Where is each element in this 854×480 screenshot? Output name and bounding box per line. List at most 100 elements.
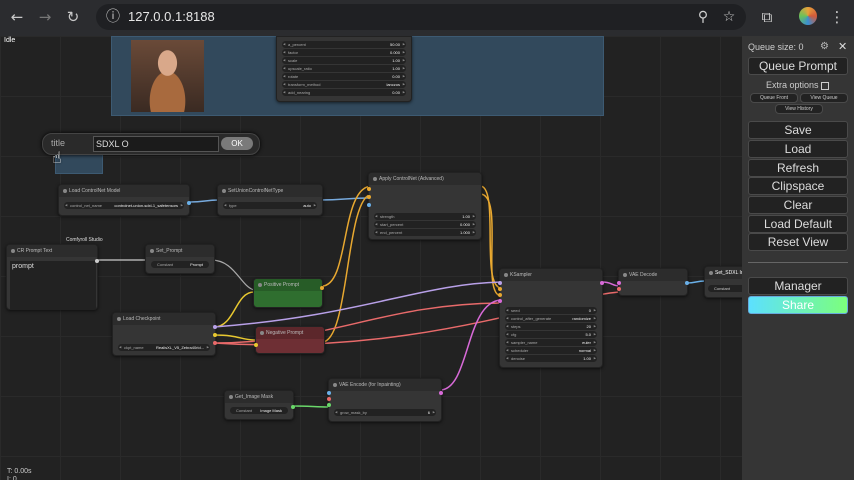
load-checkpoint-node[interactable]: Load Checkpoint ckpt_nameRealisXL_V5_Zeb… bbox=[112, 312, 217, 356]
bookmark-star-icon[interactable]: ☆ bbox=[720, 7, 738, 27]
reload-icon[interactable]: ↻ bbox=[62, 6, 84, 28]
latent-output-socket[interactable] bbox=[600, 281, 604, 285]
node-title: CR Prompt Text bbox=[7, 245, 97, 257]
steps-widget[interactable]: steps20 bbox=[505, 323, 597, 330]
queue-status: Idle bbox=[4, 37, 16, 44]
timing-readout: T: 0.00s I: 0 bbox=[7, 468, 32, 480]
set-sdxl-node[interactable]: Set_SDXL In Constant bbox=[704, 266, 742, 298]
input-socket[interactable] bbox=[254, 343, 258, 347]
browser-toolbar: ← → ↻ ⓘ 127.0.0.1:8188 ⚲ ☆ ⧉ ⋮ bbox=[0, 0, 854, 36]
back-icon[interactable]: ← bbox=[6, 6, 28, 28]
node-title: Negative Prompt bbox=[256, 327, 324, 339]
image-output-socket[interactable] bbox=[685, 281, 689, 285]
queue-prompt-button[interactable]: Queue Prompt bbox=[748, 57, 848, 75]
vae-input-socket[interactable] bbox=[327, 397, 331, 401]
mask-input-socket[interactable] bbox=[327, 403, 331, 407]
site-info-icon[interactable]: ⓘ bbox=[104, 7, 122, 27]
ok-button[interactable]: OK bbox=[221, 137, 253, 150]
latent-output-socket[interactable] bbox=[439, 391, 443, 395]
output-socket[interactable] bbox=[291, 405, 295, 409]
node-title: Load ControlNet Model bbox=[59, 185, 189, 197]
menu-kebab-icon[interactable]: ⋮ bbox=[826, 6, 848, 28]
strength-widget[interactable]: strength1.00 bbox=[374, 213, 476, 220]
load-controlnet-node[interactable]: Load ControlNet Model control_net_nameco… bbox=[58, 184, 191, 216]
widget-row[interactable]: scale1.00 bbox=[282, 57, 406, 64]
ksampler-node[interactable]: KSampler seed0 control_after_generateran… bbox=[498, 268, 604, 368]
output-socket[interactable] bbox=[320, 286, 324, 290]
queue-front-button[interactable]: Queue Front bbox=[750, 93, 798, 103]
clipspace-button[interactable]: Clipspace bbox=[748, 177, 848, 195]
output-socket[interactable] bbox=[187, 201, 191, 205]
address-bar[interactable]: ⓘ 127.0.0.1:8188 ⚲ ☆ bbox=[96, 4, 746, 30]
widget-row[interactable]: transform_methodlanczos bbox=[282, 81, 406, 88]
clip-output-socket[interactable] bbox=[213, 333, 217, 337]
prompt-textarea[interactable]: prompt bbox=[10, 261, 96, 309]
negative-prompt-node[interactable]: Negative Prompt bbox=[254, 326, 325, 354]
positive-prompt-node[interactable]: Positive Prompt bbox=[253, 278, 324, 308]
type-widget[interactable]: typeauto bbox=[223, 202, 317, 209]
control-after-generate-widget[interactable]: control_after_generaterandomize bbox=[505, 315, 597, 322]
vae-decode-node[interactable]: VAE Decode bbox=[617, 268, 689, 296]
input-socket[interactable] bbox=[367, 203, 371, 207]
controlnet-name-widget[interactable]: control_net_namecontrolnet-union-sdxl-1_… bbox=[64, 202, 184, 209]
profile-avatar[interactable] bbox=[799, 7, 817, 25]
get-image-mask-node[interactable]: Get_Image Mask Constant Image Mask bbox=[224, 390, 295, 420]
set-union-controlnet-node[interactable]: SetUnionControlNetType typeauto bbox=[217, 184, 323, 216]
view-queue-button[interactable]: View Queue bbox=[800, 93, 848, 103]
widget-row[interactable]: a_percent50.00 bbox=[282, 41, 406, 48]
zoom-icon[interactable]: ⚲ bbox=[694, 7, 712, 27]
sampler-name-widget[interactable]: sampler_nameeuler bbox=[505, 339, 597, 346]
collapsed-group[interactable] bbox=[55, 152, 103, 174]
extra-options-checkbox[interactable] bbox=[821, 81, 830, 90]
set-prompt-node[interactable]: Set_Prompt Constant Prompt bbox=[145, 244, 215, 274]
apply-controlnet-node[interactable]: Apply ControlNet (Advanced) strength1.00… bbox=[367, 172, 482, 240]
model-output-socket[interactable] bbox=[213, 325, 217, 329]
vae-input-socket[interactable] bbox=[617, 287, 621, 291]
load-button[interactable]: Load bbox=[748, 140, 848, 158]
scheduler-widget[interactable]: schedulernormal bbox=[505, 347, 597, 354]
constant-widget[interactable]: Constant bbox=[708, 285, 742, 292]
close-icon[interactable]: ✕ bbox=[838, 40, 847, 53]
settings-gear-icon[interactable]: ⚙ bbox=[820, 41, 829, 52]
cr-prompt-text-node[interactable]: CR Prompt Text prompt bbox=[6, 244, 99, 310]
forward-icon[interactable]: → bbox=[34, 6, 56, 28]
constant-widget[interactable]: Constant Prompt bbox=[151, 261, 209, 268]
latent-input-socket[interactable] bbox=[498, 299, 502, 303]
model-input-socket[interactable] bbox=[498, 281, 502, 285]
clear-button[interactable]: Clear bbox=[748, 196, 848, 214]
image-transform-node[interactable]: a_percent50.00 factor0.000 scale1.00 ups… bbox=[276, 36, 412, 102]
title-input[interactable] bbox=[93, 136, 219, 152]
widget-row[interactable]: upscale_ratio1.00 bbox=[282, 65, 406, 72]
output-socket[interactable] bbox=[95, 259, 99, 263]
node-graph-canvas[interactable]: Idle a_percent50.00 factor0.000 scale1.0… bbox=[0, 36, 742, 480]
ckpt-name-widget[interactable]: ckpt_nameRealisXL_V5_Zebra40rid... bbox=[118, 344, 210, 351]
pixels-input-socket[interactable] bbox=[327, 391, 331, 395]
start-percent-widget[interactable]: start_percent0.000 bbox=[374, 221, 476, 228]
hand-pointer-icon: ☝ bbox=[52, 148, 62, 167]
widget-row[interactable]: rotate0.00 bbox=[282, 73, 406, 80]
positive-input-socket[interactable] bbox=[498, 287, 502, 291]
denoise-widget[interactable]: denoise1.00 bbox=[505, 355, 597, 362]
negative-input-socket[interactable] bbox=[498, 293, 502, 297]
constant-widget[interactable]: Constant Image Mask bbox=[230, 407, 288, 414]
seed-widget[interactable]: seed0 bbox=[505, 307, 597, 314]
samples-input-socket[interactable] bbox=[617, 281, 621, 285]
save-button[interactable]: Save bbox=[748, 121, 848, 139]
view-history-button[interactable]: View History bbox=[775, 104, 823, 114]
end-percent-widget[interactable]: end_percent1.000 bbox=[374, 229, 476, 236]
extensions-icon[interactable]: ⧉ bbox=[756, 6, 778, 28]
reset-view-button[interactable]: Reset View bbox=[748, 233, 848, 251]
vae-output-socket[interactable] bbox=[213, 341, 217, 345]
cfg-widget[interactable]: cfg5.0 bbox=[505, 331, 597, 338]
grow-mask-widget[interactable]: grow_mask_by6 bbox=[334, 409, 436, 416]
refresh-button[interactable]: Refresh bbox=[748, 159, 848, 177]
vae-encode-inpainting-node[interactable]: VAE Encode (for Inpainting) grow_mask_by… bbox=[327, 378, 443, 422]
input-socket[interactable] bbox=[367, 195, 371, 199]
input-socket[interactable] bbox=[367, 187, 371, 191]
widget-row[interactable]: add_nearing0.00 bbox=[282, 89, 406, 96]
manager-button[interactable]: Manager bbox=[748, 277, 848, 295]
share-button[interactable]: Share bbox=[748, 296, 848, 314]
comfy-menu-panel: Queue size: 0 ⚙ ✕ Queue Prompt Extra opt… bbox=[742, 36, 854, 480]
load-default-button[interactable]: Load Default bbox=[748, 215, 848, 233]
widget-row[interactable]: factor0.000 bbox=[282, 49, 406, 56]
